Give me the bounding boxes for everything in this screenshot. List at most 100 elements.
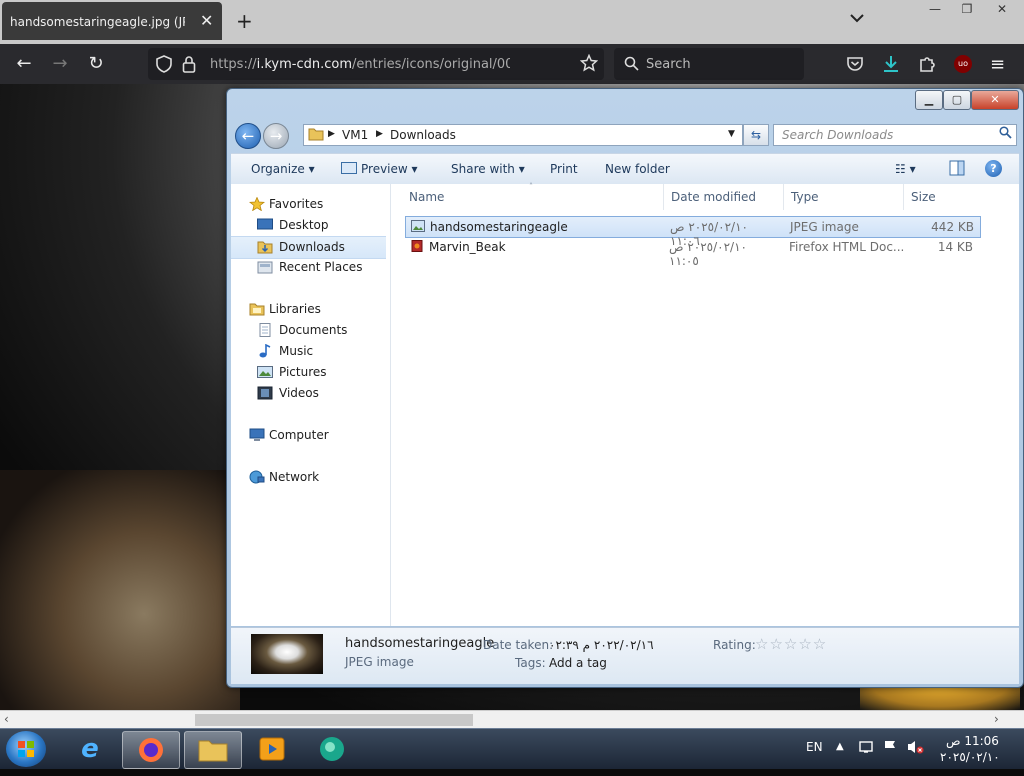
- nav-pictures-label: Pictures: [279, 365, 327, 379]
- breadcrumb-vm1[interactable]: VM1: [342, 128, 368, 142]
- explorer-forward-button[interactable]: →: [263, 123, 289, 149]
- explorer-address-bar[interactable]: ▶ VM1 ▶ Downloads ▼: [303, 124, 743, 146]
- browser-minimize-button[interactable]: —: [918, 0, 952, 18]
- scroll-right-icon[interactable]: ›: [994, 712, 999, 726]
- browser-tab-bar: handsomestaringeagle.jpg (JPEG Im ✕ + — …: [0, 0, 1024, 44]
- show-hidden-icons-icon[interactable]: ▲: [836, 741, 844, 752]
- navigation-pane: Favorites Desktop Downloads Recent Place…: [231, 184, 391, 626]
- column-divider[interactable]: [903, 184, 904, 210]
- documents-icon: [257, 323, 273, 337]
- details-tags-input[interactable]: Add a tag: [549, 656, 607, 670]
- help-icon[interactable]: ?: [985, 160, 1002, 177]
- nav-libraries[interactable]: Libraries: [231, 299, 390, 320]
- nav-videos[interactable]: Videos: [231, 383, 390, 404]
- explorer-maximize-button[interactable]: ▢: [943, 90, 971, 110]
- tab-close-icon[interactable]: ✕: [200, 11, 213, 30]
- computer-icon: [249, 428, 265, 442]
- change-view-icon[interactable]: ☷ ▾: [895, 162, 916, 176]
- internet-explorer-icon[interactable]: e: [62, 731, 118, 767]
- tracking-shield-icon[interactable]: [156, 55, 172, 76]
- organize-button[interactable]: Organize ▾: [251, 162, 315, 176]
- column-divider[interactable]: [783, 184, 784, 210]
- nav-computer-label: Computer: [269, 428, 329, 442]
- column-header-type[interactable]: Type: [791, 190, 819, 204]
- new-folder-button[interactable]: New folder: [605, 162, 670, 176]
- column-header-name[interactable]: Name: [409, 190, 444, 204]
- browser-search-bar[interactable]: Search: [614, 48, 804, 80]
- file-row[interactable]: Marvin_Beak ٢٠٢٥/٠٢/١٠ ص ١١:٠٥ Firefox H…: [405, 237, 979, 268]
- reload-icon[interactable]: ↻: [84, 54, 108, 74]
- file-name: handsomestaringeagle: [430, 220, 568, 234]
- explorer-content: Favorites Desktop Downloads Recent Place…: [231, 182, 1019, 626]
- back-arrow-icon[interactable]: ←: [12, 54, 36, 74]
- downloads-icon[interactable]: [882, 54, 900, 77]
- language-indicator[interactable]: EN: [806, 740, 823, 754]
- folder-icon: [308, 127, 324, 144]
- print-button[interactable]: Print: [550, 162, 578, 176]
- nav-pictures[interactable]: Pictures: [231, 362, 390, 383]
- browser-close-button[interactable]: ✕: [982, 0, 1022, 18]
- bookmark-star-icon[interactable]: [579, 53, 599, 75]
- start-button[interactable]: [6, 731, 46, 767]
- details-tags-label: Tags:: [515, 656, 546, 670]
- rating-stars[interactable]: ☆☆☆☆☆: [755, 635, 827, 653]
- file-row[interactable]: handsomestaringeagle ٢٠٢٥/٠٢/١٠ ص ١١:٠٦ …: [405, 216, 981, 248]
- firefox-icon[interactable]: [122, 731, 180, 769]
- share-with-button[interactable]: Share with ▾: [451, 162, 525, 176]
- address-dropdown-icon[interactable]: ▼: [728, 129, 735, 139]
- scroll-left-icon[interactable]: ‹: [4, 712, 9, 726]
- nav-downloads[interactable]: Downloads: [231, 236, 386, 259]
- forward-arrow-icon[interactable]: →: [48, 54, 72, 74]
- explorer-close-button[interactable]: ✕: [971, 90, 1019, 110]
- explorer-refresh-button[interactable]: ⇆: [743, 124, 769, 146]
- preview-pane-icon[interactable]: [949, 160, 965, 179]
- nav-documents[interactable]: Documents: [231, 320, 390, 341]
- breadcrumb-separator-icon[interactable]: ▶: [328, 129, 335, 139]
- browser-search-placeholder: Search: [646, 57, 691, 72]
- explorer-search-input[interactable]: Search Downloads: [773, 124, 1017, 146]
- browser-tab-active[interactable]: handsomestaringeagle.jpg (JPEG Im ✕: [2, 2, 222, 40]
- browser-restore-button[interactable]: ❐: [950, 0, 984, 18]
- page-horizontal-scrollbar[interactable]: ‹ ›: [0, 710, 1024, 729]
- explorer-search-placeholder: Search Downloads: [782, 128, 894, 142]
- explorer-minimize-button[interactable]: ▁: [915, 90, 943, 110]
- media-center-globe-icon[interactable]: [304, 731, 360, 767]
- nav-desktop[interactable]: Desktop: [231, 215, 390, 236]
- nav-recent-places[interactable]: Recent Places: [231, 257, 390, 278]
- media-player-icon[interactable]: [244, 731, 300, 767]
- column-divider[interactable]: [663, 184, 664, 210]
- pocket-icon[interactable]: [846, 55, 864, 76]
- explorer-back-button[interactable]: ←: [235, 123, 261, 149]
- breadcrumb-downloads[interactable]: Downloads: [390, 128, 456, 142]
- nav-favorites[interactable]: Favorites: [231, 194, 390, 215]
- clock-date[interactable]: ٢٠٢٥/٠٢/١٠: [940, 750, 1000, 764]
- nav-desktop-label: Desktop: [279, 218, 329, 232]
- search-icon[interactable]: [999, 126, 1012, 143]
- column-header-size[interactable]: Size: [911, 190, 936, 204]
- windows-explorer-icon[interactable]: [184, 731, 242, 769]
- flag-icon[interactable]: [882, 739, 898, 758]
- breadcrumb-separator-icon[interactable]: ▶: [376, 129, 383, 139]
- ublock-origin-icon[interactable]: uo: [954, 55, 972, 73]
- lock-icon[interactable]: [182, 55, 196, 76]
- preview-button[interactable]: Preview ▾: [341, 162, 418, 176]
- nav-network[interactable]: Network: [231, 467, 390, 488]
- new-tab-button[interactable]: +: [236, 9, 253, 33]
- clock-time[interactable]: 11:06 ص: [946, 734, 999, 748]
- file-size: 442 KB: [931, 220, 974, 234]
- list-tabs-chevron-icon[interactable]: [850, 12, 864, 26]
- extensions-puzzle-icon[interactable]: [918, 54, 938, 77]
- volume-muted-icon[interactable]: [906, 739, 924, 758]
- nav-computer[interactable]: Computer: [231, 425, 390, 446]
- app-menu-hamburger-icon[interactable]: ≡: [990, 54, 1005, 75]
- details-date-taken-value[interactable]: ٢٠٢٢/٠٢/١٦ م ٠٢:٣٩: [549, 638, 654, 652]
- search-icon: [624, 56, 639, 74]
- action-center-icon[interactable]: [858, 739, 874, 758]
- explorer-command-bar: Organize ▾ Preview ▾ Share with ▾ Print …: [231, 153, 1019, 185]
- scrollbar-thumb[interactable]: [195, 714, 473, 726]
- url-bar[interactable]: https://i.kym-cdn.com/entries/icons/orig…: [148, 48, 604, 80]
- nav-music[interactable]: Music: [231, 341, 390, 362]
- column-header-date-modified[interactable]: Date modified: [671, 190, 756, 204]
- url-text: https://i.kym-cdn.com/entries/icons/orig…: [210, 57, 510, 72]
- libraries-icon: [249, 302, 265, 316]
